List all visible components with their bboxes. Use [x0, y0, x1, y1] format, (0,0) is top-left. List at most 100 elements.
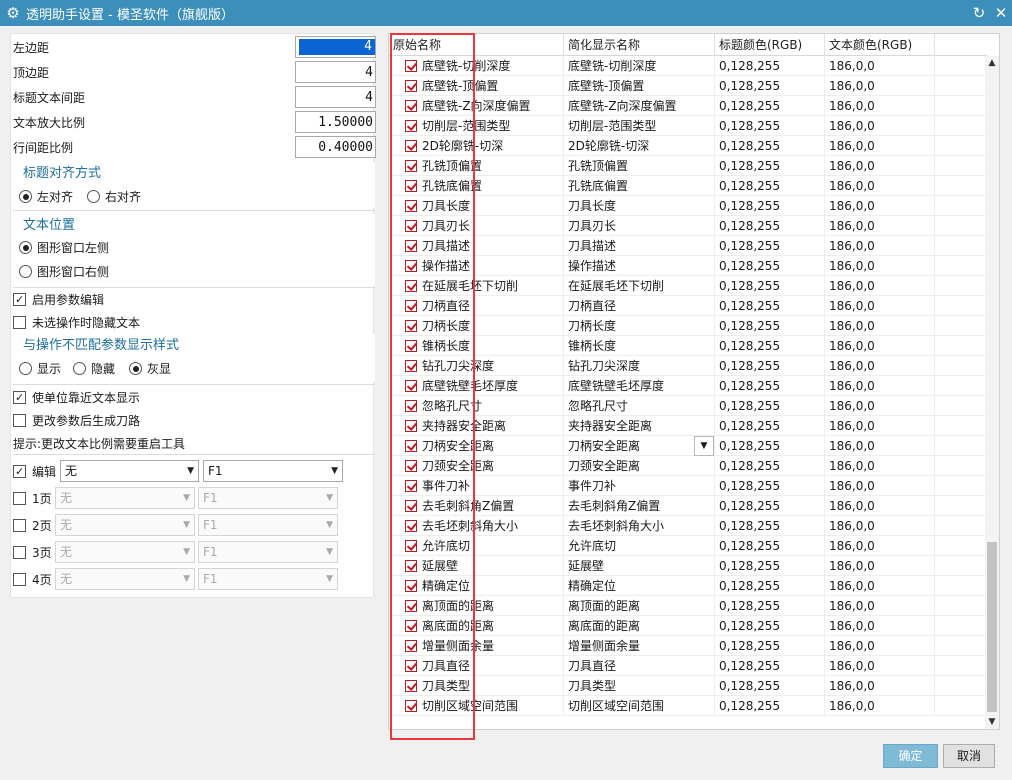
table-row[interactable]: 刀具直径 刀具直径 0,128,255 186,0,0	[389, 656, 987, 676]
cell-text-color[interactable]: 186,0,0	[825, 576, 935, 596]
cell-text-color[interactable]: 186,0,0	[825, 76, 935, 96]
cell-short-name[interactable]: 去毛刺斜角Z偏置	[564, 496, 715, 516]
cell-text-color[interactable]: 186,0,0	[825, 156, 935, 176]
cell-title-color[interactable]: 0,128,255	[715, 236, 825, 256]
cell-text-color[interactable]: 186,0,0	[825, 256, 935, 276]
row-enabled-checkbox[interactable]	[405, 620, 417, 632]
cell-text-color[interactable]: 186,0,0	[825, 176, 935, 196]
table-row[interactable]: 离底面的距离 离底面的距离 0,128,255 186,0,0	[389, 616, 987, 636]
position-right-radio[interactable]: 图形窗口右侧	[19, 263, 109, 280]
cell-text-color[interactable]: 186,0,0	[825, 136, 935, 156]
table-row[interactable]: 操作描述 操作描述 0,128,255 186,0,0	[389, 256, 987, 276]
cell-short-name[interactable]: 刀具描述	[564, 236, 715, 256]
table-row[interactable]: 刀颈安全距离 刀颈安全距离 0,128,255 186,0,0	[389, 456, 987, 476]
top-margin-input[interactable]	[295, 61, 376, 83]
cell-title-color[interactable]: 0,128,255	[715, 196, 825, 216]
cancel-button[interactable]: 取消	[943, 744, 995, 768]
cell-short-name[interactable]: 去毛坯刺斜角大小	[564, 516, 715, 536]
cell-short-name[interactable]: 在延展毛坯下切削	[564, 276, 715, 296]
row-enabled-checkbox[interactable]	[405, 120, 417, 132]
row-enabled-checkbox[interactable]	[405, 660, 417, 672]
row-enabled-checkbox[interactable]	[405, 440, 417, 452]
table-row[interactable]: 钻孔刀尖深度 钻孔刀尖深度 0,128,255 186,0,0	[389, 356, 987, 376]
row-enabled-checkbox[interactable]	[405, 340, 417, 352]
cell-short-name[interactable]: 底壁铣-切削深度	[564, 56, 715, 76]
row-enabled-checkbox[interactable]	[405, 160, 417, 172]
cell-title-color[interactable]: 0,128,255	[715, 376, 825, 396]
table-row[interactable]: 刀柄安全距离 刀柄安全距离 ▼ 0,128,255 186,0,0	[389, 436, 987, 456]
cell-text-color[interactable]: 186,0,0	[825, 436, 935, 456]
cell-title-color[interactable]: 0,128,255	[715, 496, 825, 516]
mismatch-show-radio[interactable]: 显示	[19, 360, 61, 377]
refresh-icon[interactable]: ↻	[968, 4, 990, 22]
cell-title-color[interactable]: 0,128,255	[715, 636, 825, 656]
table-row[interactable]: 刀具类型 刀具类型 0,128,255 186,0,0	[389, 676, 987, 696]
table-row[interactable]: 切削区域空间范围 切削区域空间范围 0,128,255 186,0,0	[389, 696, 987, 716]
line-spacing-input[interactable]	[295, 136, 376, 158]
cell-short-name[interactable]: 刀颈安全距离	[564, 456, 715, 476]
cell-short-name[interactable]: 操作描述	[564, 256, 715, 276]
cell-title-color[interactable]: 0,128,255	[715, 136, 825, 156]
row-enabled-checkbox[interactable]	[405, 300, 417, 312]
cell-title-color[interactable]: 0,128,255	[715, 256, 825, 276]
mismatch-hide-radio[interactable]: 隐藏	[73, 360, 115, 377]
cell-text-color[interactable]: 186,0,0	[825, 96, 935, 116]
cell-short-name[interactable]: 夹持器安全距离	[564, 416, 715, 436]
row-enabled-checkbox[interactable]	[405, 260, 417, 272]
page-4-checkbox[interactable]: 4页	[13, 571, 52, 588]
cell-short-name[interactable]: 孔铣顶偏置	[564, 156, 715, 176]
cell-short-name[interactable]: 底壁铣-Z向深度偏置	[564, 96, 715, 116]
scroll-thumb[interactable]	[987, 542, 997, 712]
row-enabled-checkbox[interactable]	[405, 80, 417, 92]
cell-short-name[interactable]: 刀具长度	[564, 196, 715, 216]
table-row[interactable]: 刀具刃长 刀具刃长 0,128,255 186,0,0	[389, 216, 987, 236]
table-row[interactable]: 允许底切 允许底切 0,128,255 186,0,0	[389, 536, 987, 556]
table-row[interactable]: 延展壁 延展壁 0,128,255 186,0,0	[389, 556, 987, 576]
left-margin-input[interactable]	[295, 36, 376, 58]
col-short-name[interactable]: 简化显示名称	[564, 34, 715, 56]
row-enabled-checkbox[interactable]	[405, 580, 417, 592]
cell-title-color[interactable]: 0,128,255	[715, 116, 825, 136]
close-icon[interactable]: ✕	[990, 4, 1012, 22]
page-2-checkbox[interactable]: 2页	[13, 517, 52, 534]
cell-text-color[interactable]: 186,0,0	[825, 276, 935, 296]
table-row[interactable]: 离顶面的距离 离顶面的距离 0,128,255 186,0,0	[389, 596, 987, 616]
row-enabled-checkbox[interactable]	[405, 540, 417, 552]
cell-short-name[interactable]: 2D轮廓铣-切深	[564, 136, 715, 156]
row-enabled-checkbox[interactable]	[405, 520, 417, 532]
cell-short-name[interactable]: 孔铣底偏置	[564, 176, 715, 196]
cell-short-name[interactable]: 刀具类型	[564, 676, 715, 696]
row-enabled-checkbox[interactable]	[405, 220, 417, 232]
cell-title-color[interactable]: 0,128,255	[715, 616, 825, 636]
table-row[interactable]: 孔铣底偏置 孔铣底偏置 0,128,255 186,0,0	[389, 176, 987, 196]
cell-text-color[interactable]: 186,0,0	[825, 376, 935, 396]
page-edit-checkbox[interactable]: 编辑	[13, 463, 56, 480]
cell-short-name[interactable]: 锥柄长度	[564, 336, 715, 356]
col-text-color[interactable]: 文本颜色(RGB)	[825, 34, 935, 56]
cell-text-color[interactable]: 186,0,0	[825, 656, 935, 676]
cell-short-name[interactable]: 切削层-范围类型	[564, 116, 715, 136]
row-enabled-checkbox[interactable]	[405, 360, 417, 372]
cell-text-color[interactable]: 186,0,0	[825, 296, 935, 316]
cell-title-color[interactable]: 0,128,255	[715, 216, 825, 236]
cell-short-name[interactable]: 刀柄直径	[564, 296, 715, 316]
unit-near-text-checkbox[interactable]: 使单位靠近文本显示	[13, 389, 140, 406]
cell-short-name[interactable]: 离底面的距离	[564, 616, 715, 636]
table-row[interactable]: 刀具长度 刀具长度 0,128,255 186,0,0	[389, 196, 987, 216]
cell-short-name[interactable]: 切削区域空间范围	[564, 696, 715, 716]
row-enabled-checkbox[interactable]	[405, 280, 417, 292]
row-enabled-checkbox[interactable]	[405, 240, 417, 252]
table-row[interactable]: 增量侧面余量 增量侧面余量 0,128,255 186,0,0	[389, 636, 987, 656]
cell-title-color[interactable]: 0,128,255	[715, 356, 825, 376]
row-enabled-checkbox[interactable]	[405, 460, 417, 472]
cell-short-name[interactable]: 刀具直径	[564, 656, 715, 676]
row-enabled-checkbox[interactable]	[405, 420, 417, 432]
row-enabled-checkbox[interactable]	[405, 380, 417, 392]
row-enabled-checkbox[interactable]	[405, 600, 417, 612]
cell-text-color[interactable]: 186,0,0	[825, 416, 935, 436]
table-row[interactable]: 底壁铣-切削深度 底壁铣-切削深度 0,128,255 186,0,0	[389, 56, 987, 76]
table-row[interactable]: 切削层-范围类型 切削层-范围类型 0,128,255 186,0,0	[389, 116, 987, 136]
cell-title-color[interactable]: 0,128,255	[715, 656, 825, 676]
page-edit-key2-dropdown[interactable]: F1 ▼	[203, 460, 343, 482]
cell-title-color[interactable]: 0,128,255	[715, 456, 825, 476]
